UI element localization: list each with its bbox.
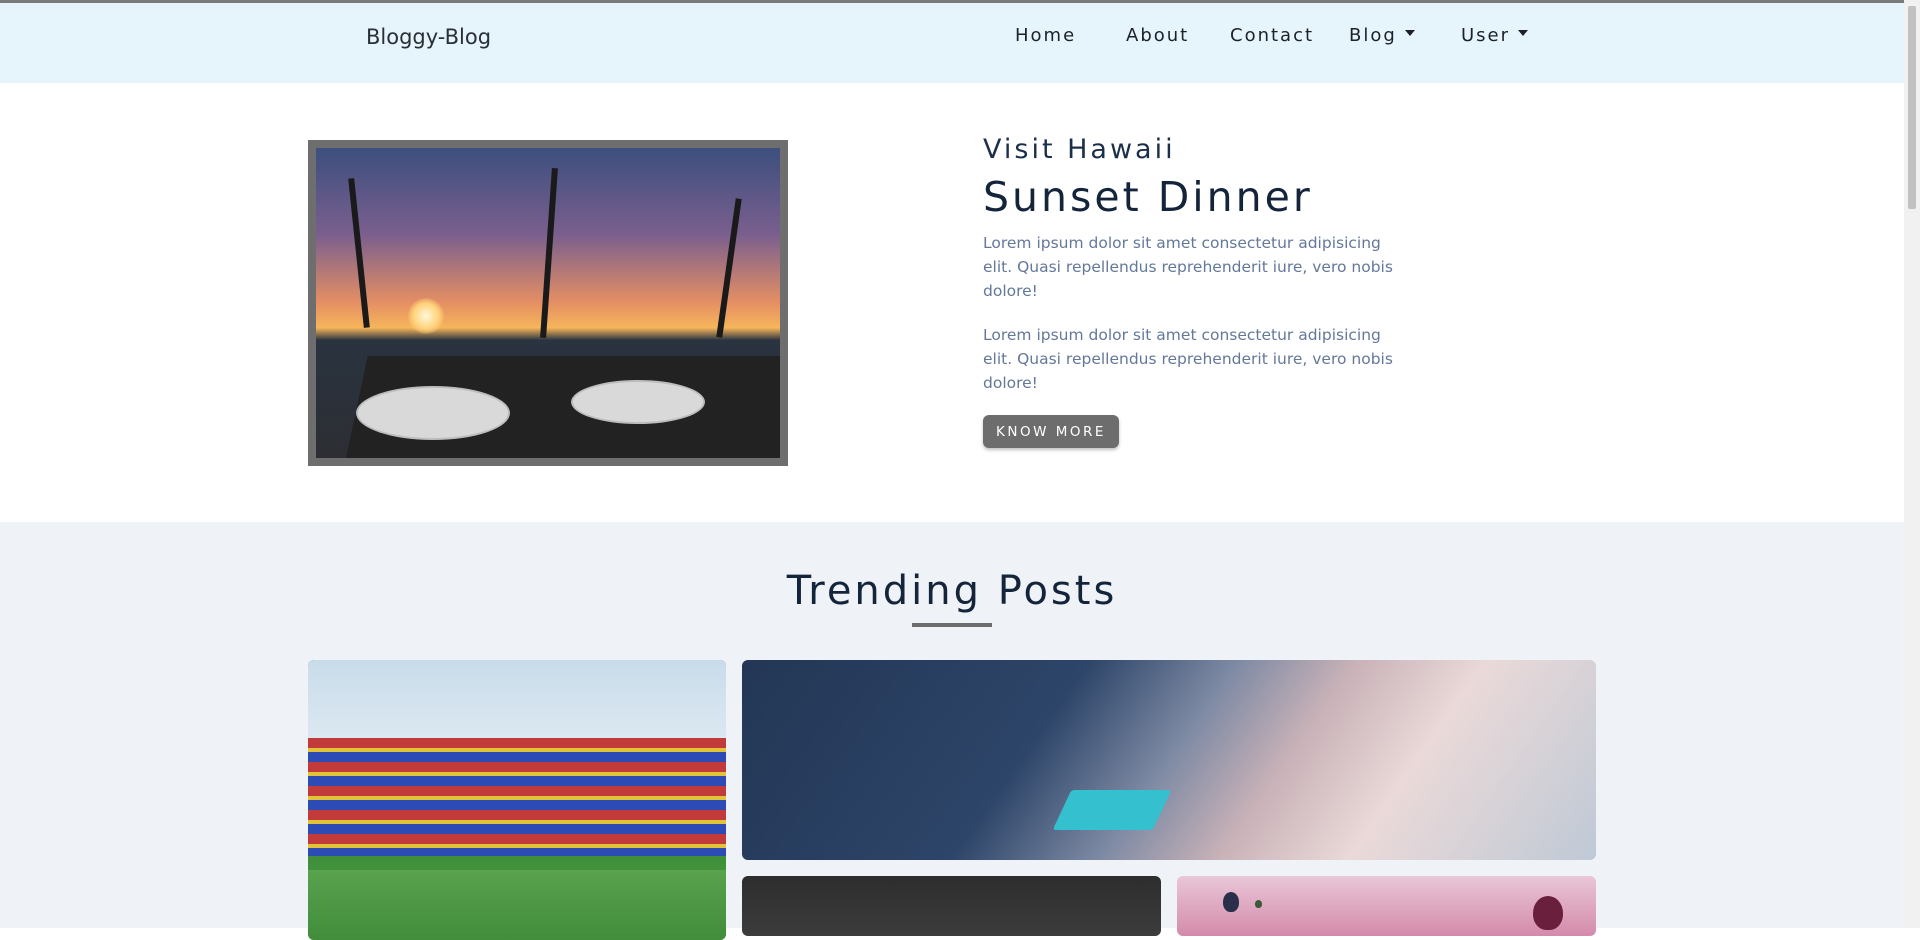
- brand-logo[interactable]: Bloggy-Blog: [366, 25, 491, 49]
- trending-card-dark[interactable]: [742, 876, 1161, 936]
- nav-home[interactable]: Home: [1015, 25, 1076, 46]
- trending-card-santorini[interactable]: [742, 660, 1596, 860]
- pool-graphic: [1052, 790, 1172, 830]
- balloon-graphic: [1533, 896, 1563, 930]
- trending-title: Trending Posts: [786, 568, 1118, 614]
- palm-graphic: [540, 167, 558, 339]
- nav-user-label: User: [1461, 25, 1511, 46]
- caret-down-icon: [1404, 30, 1415, 36]
- balloon-graphic: [1255, 900, 1262, 908]
- trending-section: Trending Posts: [0, 522, 1904, 940]
- nav-home-label: Home: [1015, 25, 1077, 46]
- nav-user-dropdown[interactable]: User: [1461, 25, 1529, 46]
- nav-blog-dropdown[interactable]: Blog: [1349, 25, 1415, 46]
- scrollbar-thumb[interactable]: [1908, 6, 1916, 209]
- hero-subtitle: Visit Hawaii: [983, 134, 1176, 165]
- hero-image-sunset-dinner: [316, 148, 780, 458]
- palm-graphic: [348, 178, 370, 328]
- nav-blog-label: Blog: [1349, 25, 1397, 46]
- navbar: Bloggy-Blog Home About Contact Blog User: [0, 3, 1904, 83]
- caret-down-icon: [1518, 30, 1529, 36]
- plate-graphic: [571, 380, 705, 424]
- sun-graphic: [408, 298, 444, 334]
- trending-card-stadium[interactable]: [308, 660, 726, 940]
- plate-graphic: [356, 386, 510, 440]
- hero-paragraph: Lorem ipsum dolor sit amet consectetur a…: [983, 326, 1393, 392]
- hero-image-frame: [308, 140, 788, 466]
- trending-card-balloons[interactable]: [1177, 876, 1596, 936]
- balloon-graphic: [1223, 892, 1239, 912]
- palm-graphic: [716, 198, 742, 338]
- hero-title: Sunset Dinner: [983, 173, 1313, 221]
- title-underline: [912, 623, 992, 627]
- nav-contact[interactable]: Contact: [1230, 25, 1314, 46]
- nav-contact-label: Contact: [1230, 25, 1315, 46]
- know-more-button[interactable]: KNOW MORE: [983, 415, 1119, 448]
- hero-paragraph: Lorem ipsum dolor sit amet consectetur a…: [983, 234, 1393, 300]
- nav-about[interactable]: About: [1126, 25, 1189, 46]
- hero-section: Visit Hawaii Sunset Dinner Lorem ipsum d…: [0, 83, 1904, 522]
- nav-about-label: About: [1126, 25, 1190, 46]
